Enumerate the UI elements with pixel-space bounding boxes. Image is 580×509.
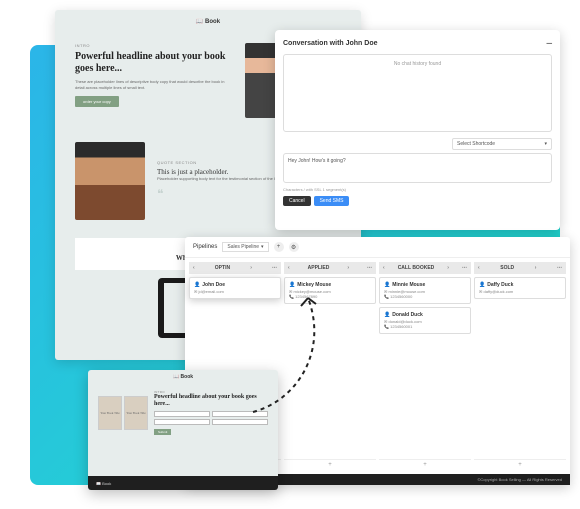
landing2-footer: 📖 Book	[88, 476, 278, 490]
landing-page-secondary: 📖 Book Your Book Title Your Book Title I…	[88, 370, 278, 490]
column-header[interactable]: ‹CALL BOOKED›⋯	[379, 262, 471, 274]
column-header[interactable]: ‹APPLIED›⋯	[284, 262, 376, 274]
pipeline-column: ‹SOLD›⋯Daffy Duckdaffy@duck.com+	[474, 262, 566, 470]
email-input[interactable]	[212, 411, 268, 417]
card-name: Donald Duck	[384, 312, 466, 318]
pipeline-settings-icon[interactable]: ⚙	[289, 242, 299, 252]
pipeline-card[interactable]: Donald Duckdonald@duck.com1234560001	[379, 307, 471, 334]
pipeline-column: ‹CALL BOOKED›⋯Minnie Mouseminnie@mouse.c…	[379, 262, 471, 470]
card-email: daffy@duck.com	[479, 289, 561, 294]
hero-body: These are placeholder lines of descripti…	[75, 79, 235, 90]
chevron-left-icon[interactable]: ‹	[478, 265, 480, 271]
message-meta: Characters / with SSL 1 segment(s)	[283, 187, 552, 192]
column-add[interactable]: +	[474, 459, 566, 470]
column-add[interactable]: +	[379, 459, 471, 470]
chevron-down-icon: ▾	[544, 141, 547, 147]
pipeline-select[interactable]: Sales Pipeline▾	[222, 242, 268, 252]
pipeline-card[interactable]: John Doejd@email.com	[189, 277, 281, 299]
add-pipeline-icon[interactable]: +	[274, 242, 284, 252]
chevron-left-icon[interactable]: ‹	[383, 265, 385, 271]
phone-input[interactable]	[154, 419, 210, 425]
close-icon[interactable]: –	[546, 38, 552, 49]
column-menu-icon[interactable]: ⋯	[462, 265, 467, 271]
hero-headline: Powerful headline about your book goes h…	[75, 51, 235, 75]
book-cover: Your Book Title	[98, 396, 122, 430]
pipeline-card[interactable]: Minnie Mouseminnie@mouse.com1234560000	[379, 277, 471, 304]
card-email: jd@email.com	[194, 289, 276, 294]
card-name: Minnie Mouse	[384, 282, 466, 288]
brand-logo: 📖 Book	[88, 370, 278, 384]
chevron-right-icon[interactable]: ›	[447, 265, 449, 271]
submit-button[interactable]: Submit	[154, 429, 171, 435]
send-sms-button[interactable]: Send SMS	[314, 196, 350, 206]
column-header[interactable]: ‹OPTIN›⋯	[189, 262, 281, 274]
other-input[interactable]	[212, 419, 268, 425]
chevron-right-icon[interactable]: ›	[535, 265, 537, 271]
conversation-panel: Conversation with John Doe – No chat his…	[275, 30, 560, 230]
pipeline-column: ‹APPLIED›⋯Mickey Mousemickey@mouse.com12…	[284, 262, 376, 470]
hero-headline: Powerful headline about your book goes h…	[154, 394, 268, 408]
book-cover: Your Book Title	[124, 396, 148, 430]
column-menu-icon[interactable]: ⋯	[557, 265, 562, 271]
column-header[interactable]: ‹SOLD›⋯	[474, 262, 566, 274]
testimonial-photo	[75, 142, 145, 220]
conversation-title: Conversation with John Doe	[283, 40, 378, 47]
chevron-right-icon[interactable]: ›	[250, 265, 252, 271]
column-menu-icon[interactable]: ⋯	[367, 265, 372, 271]
chevron-right-icon[interactable]: ›	[347, 265, 349, 271]
column-menu-icon[interactable]: ⋯	[272, 265, 277, 271]
pipeline-card[interactable]: Daffy Duckdaffy@duck.com	[474, 277, 566, 299]
chevron-down-icon: ▾	[261, 244, 264, 250]
card-phone: 1234567890	[289, 294, 371, 299]
card-phone: 1234560001	[384, 324, 466, 329]
card-name: John Doe	[194, 282, 276, 288]
card-name: Daffy Duck	[479, 282, 561, 288]
hero-eyebrow: INTRO	[75, 43, 235, 48]
chat-history: No chat history found	[283, 54, 552, 132]
cancel-button[interactable]: Cancel	[283, 196, 311, 206]
message-input[interactable]: Hey John! How's it going?	[283, 153, 552, 183]
chevron-left-icon[interactable]: ‹	[193, 265, 195, 271]
card-name: Mickey Mouse	[289, 282, 371, 288]
name-input[interactable]	[154, 411, 210, 417]
chevron-left-icon[interactable]: ‹	[288, 265, 290, 271]
cta-button[interactable]: order your copy	[75, 96, 119, 107]
column-add[interactable]: +	[284, 459, 376, 470]
card-phone: 1234560000	[384, 294, 466, 299]
shortcode-select[interactable]: Select Shortcode▾	[452, 138, 552, 150]
pipeline-card[interactable]: Mickey Mousemickey@mouse.com1234567890	[284, 277, 376, 304]
pipeline-label: Pipelines	[193, 244, 217, 250]
